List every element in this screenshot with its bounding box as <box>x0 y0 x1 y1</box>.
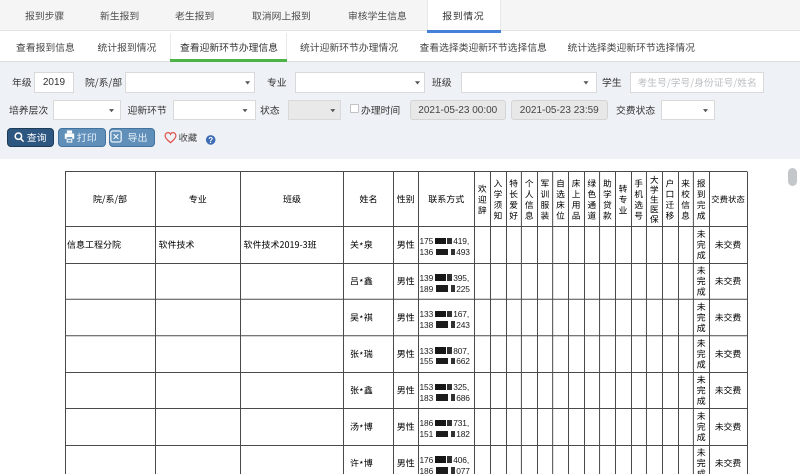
svg-text:?: ? <box>208 136 213 145</box>
